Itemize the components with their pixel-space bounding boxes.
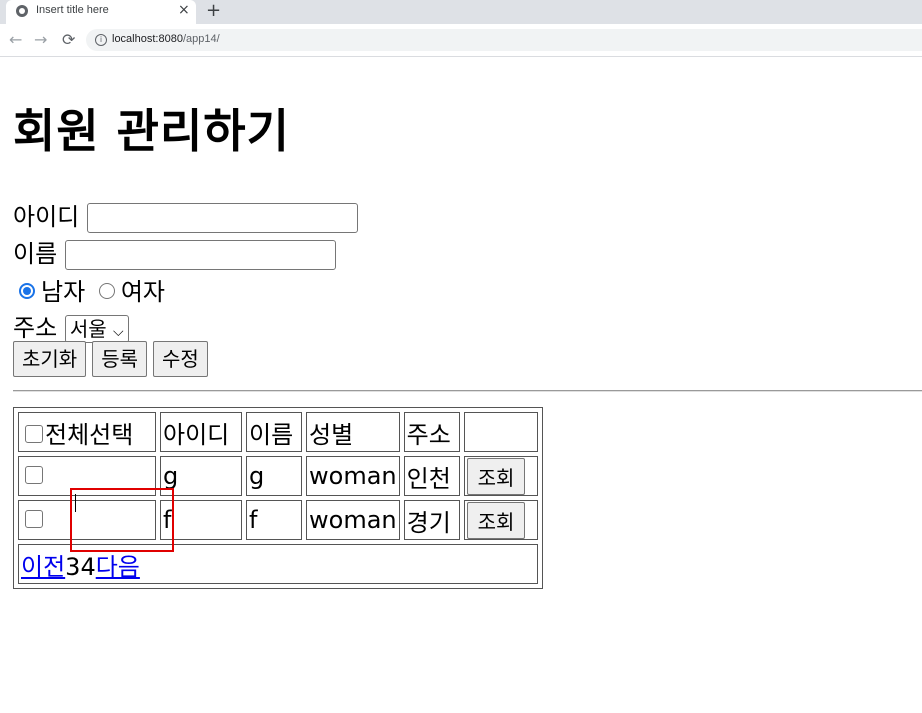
view-button[interactable]: 조회	[466, 501, 526, 539]
row-address: 경기	[403, 500, 460, 540]
id-input[interactable]	[86, 203, 358, 233]
action-header	[463, 412, 538, 452]
address-row: 주소 서울 ⌵	[13, 308, 129, 343]
id-label: 아이디	[13, 203, 80, 231]
tab-title: Insert title here	[36, 4, 109, 16]
female-radio[interactable]	[98, 283, 115, 299]
female-label: 여자	[120, 278, 165, 306]
divider	[13, 390, 922, 392]
page-title: 회원 관리하기	[13, 104, 290, 158]
next-link[interactable]: 다음	[96, 553, 140, 581]
url-path: /app14/	[182, 33, 220, 45]
globe-icon	[16, 5, 28, 17]
new-tab-button[interactable]: +	[206, 0, 221, 21]
forward-arrow-icon[interactable]: →	[34, 30, 47, 49]
url-host: localhost:8080	[112, 33, 183, 45]
button-row: 초기화 등록 수정	[13, 341, 214, 377]
address-select[interactable]: 서울 ⌵	[64, 315, 129, 343]
info-icon[interactable]: i	[95, 34, 107, 46]
id-header: 아이디	[160, 412, 242, 452]
register-button[interactable]: 등록	[92, 341, 148, 377]
row-name: g	[246, 456, 302, 496]
gender-row: 남자 여자	[13, 272, 165, 307]
prev-link[interactable]: 이전	[21, 553, 65, 581]
browser-tab-bar: Insert title here × +	[0, 0, 922, 24]
reset-button[interactable]: 초기화	[13, 341, 87, 377]
address-header: 주소	[403, 412, 460, 452]
select-all-header: 전체선택	[18, 412, 156, 452]
row-name: f	[246, 500, 302, 540]
row-action-cell: 조회	[463, 500, 538, 540]
modify-button[interactable]: 수정	[153, 341, 208, 377]
gender-header: 성별	[306, 412, 400, 452]
reload-icon[interactable]: ⟳	[62, 30, 75, 49]
male-radio[interactable]	[19, 283, 35, 299]
id-row: 아이디	[13, 197, 358, 233]
close-tab-icon[interactable]: ×	[178, 2, 190, 18]
address-bar: ← → ⟳ i localhost:8080/app14/	[0, 24, 922, 57]
select-all-checkbox[interactable]	[25, 424, 43, 443]
name-row: 이름	[13, 234, 336, 270]
chevron-down-icon: ⌵	[112, 324, 124, 340]
row-address: 인천	[403, 456, 460, 496]
table-header-row: 전체선택 아이디 이름 성별 주소	[18, 412, 538, 452]
browser-tab[interactable]: Insert title here ×	[6, 0, 196, 24]
back-arrow-icon[interactable]: ←	[9, 30, 22, 49]
row-gender: woman	[306, 456, 400, 496]
name-header: 이름	[246, 412, 302, 452]
address-label: 주소	[13, 314, 58, 342]
highlight-box	[70, 488, 174, 552]
row-action-cell: 조회	[463, 456, 538, 496]
view-button[interactable]: 조회	[466, 457, 526, 495]
address-selected: 서울	[69, 317, 107, 341]
select-all-label: 전체선택	[45, 420, 134, 449]
name-input[interactable]	[64, 240, 336, 270]
male-label: 남자	[41, 278, 86, 306]
url-field[interactable]: i localhost:8080/app14/	[86, 29, 922, 51]
row-gender: woman	[306, 500, 400, 540]
url-text: localhost:8080/app14/	[112, 33, 220, 45]
text-cursor-icon	[75, 494, 78, 512]
row-checkbox[interactable]	[25, 466, 43, 484]
name-label: 이름	[13, 240, 58, 268]
row-checkbox[interactable]	[25, 510, 43, 528]
page-numbers[interactable]: 34	[65, 553, 96, 581]
